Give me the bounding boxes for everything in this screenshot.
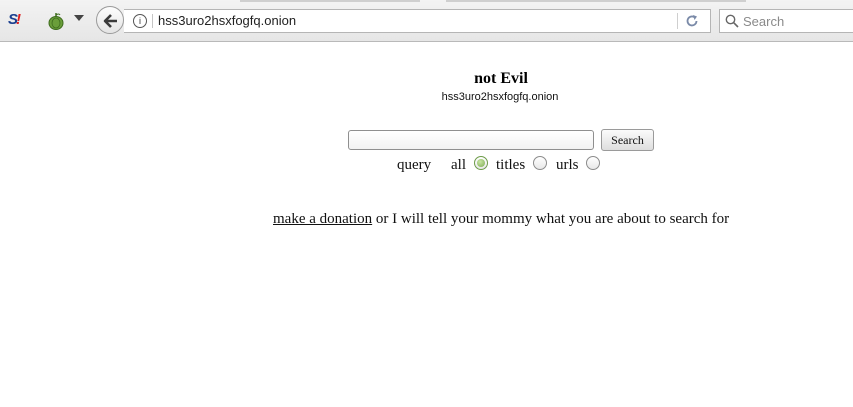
option-titles-label: titles — [496, 157, 526, 173]
url-separator — [152, 14, 153, 28]
back-button[interactable] — [96, 6, 124, 34]
option-titles-radio[interactable] — [533, 156, 547, 170]
url-text[interactable]: hss3uro2hsxfogfq.onion — [158, 13, 296, 28]
option-all-label: all — [451, 157, 466, 173]
option-all-radio[interactable] — [474, 156, 488, 170]
option-urls-radio[interactable] — [586, 156, 600, 170]
noscript-slash: ! — [16, 11, 22, 28]
search-placeholder: Search — [743, 14, 785, 29]
donation-link[interactable]: make a donation — [273, 211, 372, 227]
donation-text: or I will tell your mommy what you are a… — [375, 211, 730, 227]
noscript-icon[interactable]: S! — [8, 11, 30, 31]
chevron-down-icon[interactable] — [74, 15, 84, 21]
search-icon — [725, 14, 739, 28]
tab-strip-edge — [446, 0, 746, 2]
search-bar[interactable]: Search — [719, 9, 853, 33]
query-label: query — [397, 157, 432, 173]
page-title: not Evil — [474, 70, 528, 87]
reload-separator — [677, 13, 678, 29]
query-input[interactable] — [348, 130, 594, 150]
back-arrow-icon — [103, 14, 117, 28]
url-bar[interactable]: i hss3uro2hsxfogfq.onion — [124, 9, 711, 33]
search-button[interactable]: Search — [601, 129, 654, 151]
tab-strip-edge — [240, 0, 420, 2]
donation-line: make a donation or I will tell your momm… — [273, 211, 729, 228]
option-urls-label: urls — [556, 157, 579, 173]
tor-onion-icon[interactable] — [48, 12, 64, 30]
page-host: hss3uro2hsxfogfq.onion — [441, 91, 559, 103]
browser-toolbar: S! i hss3uro2hsxfogfq.onion Search — [0, 0, 853, 42]
info-icon[interactable]: i — [133, 14, 147, 28]
reload-icon[interactable] — [685, 14, 699, 33]
